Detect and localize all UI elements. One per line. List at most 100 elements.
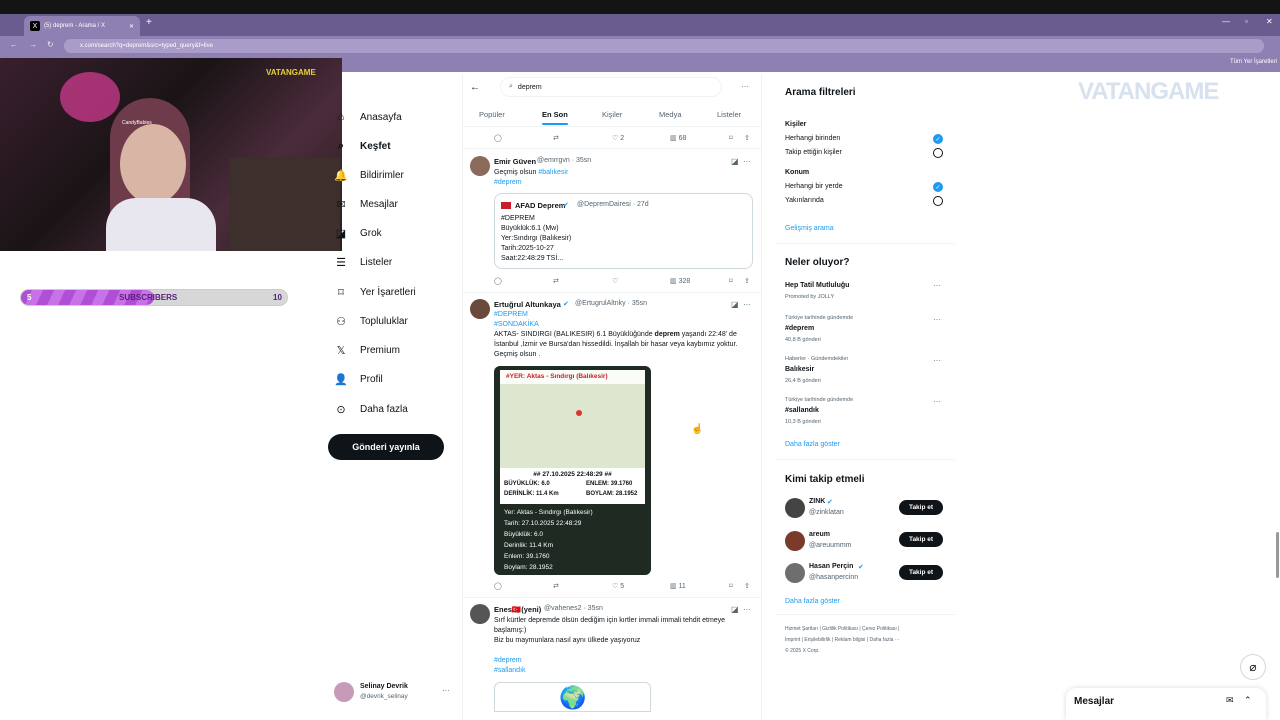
sidebar-item-messages[interactable]: ✉ Mesajlar: [334, 193, 397, 215]
trend-more-icon[interactable]: ···: [933, 281, 941, 290]
reply-icon[interactable]: ◯: [494, 277, 502, 285]
search-options-icon[interactable]: ···: [741, 82, 749, 91]
grok-icon[interactable]: ◪: [731, 605, 739, 614]
url-field[interactable]: x.com/search?q=deprem&src=typed_query&f=…: [64, 39, 1264, 53]
like-icon[interactable]: ♡ 2: [612, 134, 624, 142]
like-icon[interactable]: ♡: [612, 277, 618, 285]
sidebar-item-grok[interactable]: ◪ Grok: [334, 222, 382, 244]
tweet-more-icon[interactable]: ···: [743, 157, 751, 166]
location-anywhere-radio[interactable]: ✓: [933, 182, 943, 192]
all-bookmarks-label[interactable]: Tüm Yer İşaretleri: [1230, 59, 1277, 65]
messages-drawer[interactable]: Mesajlar ✉ ⌃: [1066, 688, 1266, 720]
bookmark-icon[interactable]: ⌑: [729, 134, 733, 142]
grok-icon[interactable]: ◪: [731, 157, 739, 166]
avatar[interactable]: [470, 156, 490, 176]
reload-icon[interactable]: ↻: [47, 40, 54, 49]
close-window-icon[interactable]: ✕: [1266, 17, 1273, 26]
views-icon[interactable]: ▥ 68: [670, 134, 686, 142]
expand-icon[interactable]: ⌃: [1244, 695, 1252, 706]
who-show-more[interactable]: Daha fazla göster: [785, 598, 840, 605]
share-icon[interactable]: ⇪: [744, 277, 750, 285]
browser-tab[interactable]: X (5) deprem - Arama / X ✕: [24, 16, 140, 36]
trend-more-icon[interactable]: ···: [933, 356, 941, 365]
avatar[interactable]: [785, 563, 805, 583]
back-arrow-icon[interactable]: ←: [470, 82, 480, 93]
trends-show-more[interactable]: Daha fazla göster: [785, 441, 840, 448]
post-button[interactable]: Gönderi yayınla: [328, 434, 444, 460]
maximize-icon[interactable]: ▫: [1245, 17, 1248, 26]
reply-icon[interactable]: ◯: [494, 134, 502, 142]
hashtag-link[interactable]: #balıkesir: [538, 169, 568, 176]
tab-latest[interactable]: En Son: [542, 110, 568, 119]
people-option-anyone[interactable]: Herhangi birinden: [785, 135, 840, 142]
hashtag-link[interactable]: #DEPREM: [494, 310, 528, 320]
sidebar-item-more[interactable]: ⊙ Daha fazla: [334, 398, 407, 420]
avatar[interactable]: [785, 498, 805, 518]
hashtag-link[interactable]: #deprem: [494, 656, 522, 666]
share-icon[interactable]: ⇪: [744, 134, 750, 142]
trend-more-icon[interactable]: ···: [933, 315, 941, 324]
location-near-radio[interactable]: [933, 196, 943, 206]
follow-button[interactable]: Takip et: [899, 500, 943, 515]
search-input[interactable]: ⌕ deprem: [500, 77, 722, 97]
trend-more-icon[interactable]: ···: [933, 397, 941, 406]
tab-media[interactable]: Medya: [659, 110, 682, 119]
close-tab-icon[interactable]: ✕: [129, 23, 134, 30]
minimize-icon[interactable]: —: [1222, 17, 1230, 26]
views-icon[interactable]: ▥ 328: [670, 277, 690, 285]
user-avatar[interactable]: [334, 682, 354, 702]
reply-icon[interactable]: ◯: [494, 582, 502, 590]
quote-tweet[interactable]: AFAD Deprem ✔ @DepremDairesi · 27d #DEPR…: [494, 193, 753, 269]
user-name[interactable]: Selinay Devrik: [360, 683, 408, 690]
follow-button[interactable]: Takip et: [899, 565, 943, 580]
sidebar-item-explore[interactable]: ⌕ Keşfet: [334, 135, 391, 157]
people-following-radio[interactable]: [933, 148, 943, 158]
sidebar-item-communities[interactable]: ⚇ Topluluklar: [334, 310, 408, 332]
footer-links[interactable]: İmprint | Erişilebilirlik | Reklam bilgi…: [785, 637, 900, 643]
earthquake-card-image[interactable]: #YER: Aktas - Sındırgı (Balıkesir) ## 27…: [494, 366, 651, 575]
author-name[interactable]: Emir Güven: [494, 157, 536, 166]
retweet-icon[interactable]: ⇄: [553, 582, 559, 590]
avatar[interactable]: [470, 604, 490, 624]
sidebar-item-bookmarks[interactable]: ⌑ Yer İşaretleri: [334, 281, 416, 303]
tweet-more-icon[interactable]: ···: [743, 300, 751, 309]
people-anyone-radio[interactable]: ✓: [933, 134, 943, 144]
suggestion-name[interactable]: areum: [809, 531, 830, 538]
sidebar-item-home[interactable]: ⌂ Anasayfa: [334, 106, 402, 128]
suggestion-name[interactable]: Hasan Perçin: [809, 563, 853, 570]
share-icon[interactable]: ⇪: [744, 582, 750, 590]
sidebar-item-lists[interactable]: ☰ Listeler: [334, 251, 392, 273]
forward-icon[interactable]: →: [29, 40, 37, 49]
people-option-following[interactable]: Takip ettiğin kişiler: [785, 149, 842, 156]
like-icon[interactable]: ♡ 5: [612, 582, 624, 590]
follow-button[interactable]: Takip et: [899, 532, 943, 547]
tweet-more-icon[interactable]: ···: [743, 605, 751, 614]
sidebar-item-notifications[interactable]: 🔔 Bildirimler: [334, 164, 404, 186]
suggestion-name[interactable]: ZINK: [809, 498, 825, 505]
back-icon[interactable]: ←: [10, 40, 18, 49]
grok-float-button[interactable]: ⌀: [1240, 654, 1266, 680]
bookmark-icon[interactable]: ⌑: [729, 582, 733, 590]
tab-popular[interactable]: Popüler: [479, 110, 505, 119]
bookmark-icon[interactable]: ⌑: [729, 277, 733, 285]
hashtag-link[interactable]: #deprem: [494, 178, 522, 188]
author-name[interactable]: Enes🇹🇷(yeni): [494, 605, 541, 614]
hashtag-link[interactable]: #sallandık: [494, 666, 526, 676]
tab-people[interactable]: Kişiler: [602, 110, 622, 119]
retweet-icon[interactable]: ⇄: [553, 277, 559, 285]
avatar[interactable]: [785, 531, 805, 551]
advanced-search-link[interactable]: Gelişmiş arama: [785, 225, 834, 232]
author-name[interactable]: Ertuğrul Altunkaya: [494, 300, 561, 309]
new-tab-icon[interactable]: +: [146, 17, 152, 28]
sidebar-item-profile[interactable]: 👤 Profil: [334, 368, 383, 390]
tab-lists[interactable]: Listeler: [717, 110, 741, 119]
sidebar-item-premium[interactable]: 𝕏 Premium: [334, 339, 400, 361]
location-option-near[interactable]: Yakınlarında: [785, 197, 824, 204]
scrollbar-thumb[interactable]: [1276, 532, 1279, 578]
account-menu-icon[interactable]: ···: [442, 686, 450, 695]
hashtag-link[interactable]: #SONDAKİKA: [494, 320, 539, 330]
views-icon[interactable]: ▥ 11: [670, 582, 686, 590]
grok-icon[interactable]: ◪: [731, 300, 739, 309]
location-option-anywhere[interactable]: Herhangi bir yerde: [785, 183, 843, 190]
avatar[interactable]: [470, 299, 490, 319]
